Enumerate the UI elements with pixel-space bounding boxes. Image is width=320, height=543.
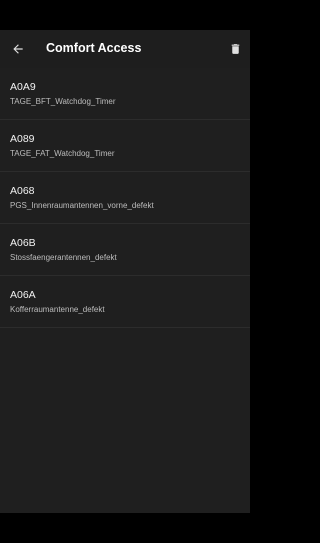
fault-code: A089 xyxy=(10,133,35,145)
back-button[interactable] xyxy=(8,39,28,59)
list-item[interactable]: A0A9 TAGE_BFT_Watchdog_Timer xyxy=(0,68,250,120)
navigation-bar xyxy=(0,513,250,543)
fault-description: TAGE_BFT_Watchdog_Timer xyxy=(10,97,116,106)
status-bar xyxy=(0,0,250,30)
fault-description: PGS_Innenraumantennen_vorne_defekt xyxy=(10,201,154,210)
list-item[interactable]: A089 TAGE_FAT_Watchdog_Timer xyxy=(0,120,250,172)
delete-button[interactable] xyxy=(225,39,245,59)
list-item[interactable]: A068 PGS_Innenraumantennen_vorne_defekt xyxy=(0,172,250,224)
fault-description: Stossfaengerantennen_defekt xyxy=(10,253,117,262)
page-title: Comfort Access xyxy=(46,41,142,55)
fault-description: Kofferraumantenne_defekt xyxy=(10,305,105,314)
fault-code: A06B xyxy=(10,237,36,249)
fault-code: A068 xyxy=(10,185,35,197)
app-bar: Comfort Access xyxy=(0,30,250,68)
list-item[interactable]: A06B Stossfaengerantennen_defekt xyxy=(0,224,250,276)
fault-description: TAGE_FAT_Watchdog_Timer xyxy=(10,149,115,158)
trash-icon xyxy=(231,44,239,54)
fault-code: A06A xyxy=(10,289,36,301)
fault-list: A0A9 TAGE_BFT_Watchdog_Timer A089 TAGE_F… xyxy=(0,68,250,513)
fault-code: A0A9 xyxy=(10,81,36,93)
screen: Comfort Access A0A9 TAGE_BFT_Watchdog_Ti… xyxy=(0,0,250,543)
list-item[interactable]: A06A Kofferraumantenne_defekt xyxy=(0,276,250,328)
arrow-back-icon xyxy=(13,44,23,54)
